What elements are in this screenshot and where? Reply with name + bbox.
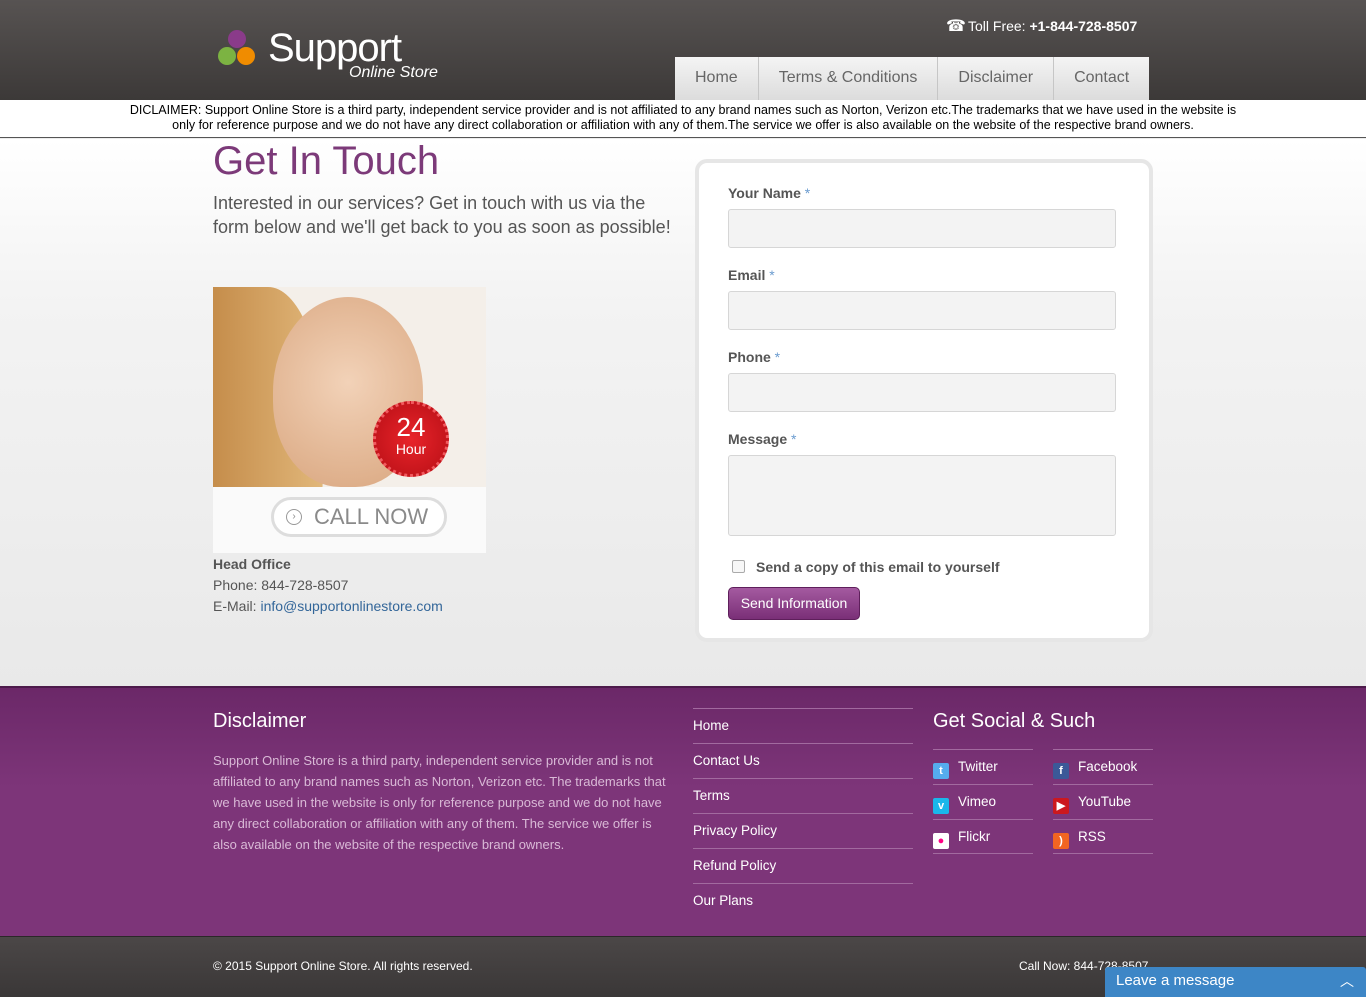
badge-number: 24 bbox=[396, 412, 426, 442]
required-mark: * bbox=[774, 349, 781, 365]
footer-disclaimer-title: Disclaimer bbox=[213, 710, 307, 732]
youtube-icon: ▶ bbox=[1053, 798, 1069, 814]
social-flickr[interactable]: ● Flickr bbox=[933, 819, 1033, 854]
logo-dot-orange bbox=[237, 47, 255, 65]
main-nav: Home Terms & Conditions Disclaimer Conta… bbox=[675, 57, 1150, 100]
phone-label: Phone * bbox=[728, 349, 780, 365]
toll-free-label: Toll Free: bbox=[968, 18, 1030, 34]
send-information-button[interactable]: Send Information bbox=[728, 587, 860, 620]
social-vimeo-label: Vimeo bbox=[958, 794, 997, 809]
send-copy-label[interactable]: Send a copy of this email to yourself bbox=[756, 559, 1000, 575]
nav-terms[interactable]: Terms & Conditions bbox=[757, 57, 938, 100]
play-icon: › bbox=[286, 509, 302, 525]
logo-dot-purple bbox=[228, 30, 246, 48]
social-youtube-label: YouTube bbox=[1078, 794, 1132, 809]
social-flickr-label: Flickr bbox=[958, 829, 991, 844]
footer-link-contact[interactable]: Contact Us bbox=[693, 743, 913, 778]
footer-link-terms[interactable]: Terms bbox=[693, 778, 913, 813]
copyright: © 2015 Support Online Store. All rights … bbox=[213, 959, 473, 973]
leave-message-widget[interactable]: Leave a message ︿ bbox=[1105, 967, 1366, 997]
disclaimer-line-1: DICLAIMER: Support Online Store is a thi… bbox=[129, 103, 1237, 117]
social-facebook-label: Facebook bbox=[1078, 759, 1138, 774]
footer-link-privacy[interactable]: Privacy Policy bbox=[693, 813, 913, 848]
social-twitter-label: Twitter bbox=[958, 759, 998, 774]
footer-links: Home Contact Us Terms Privacy Policy Ref… bbox=[693, 708, 913, 918]
head-office-title: Head Office bbox=[213, 556, 291, 572]
email-label-text: Email bbox=[728, 267, 766, 283]
email-label: Email * bbox=[728, 267, 775, 283]
logo-subtitle: Online Store bbox=[349, 64, 438, 81]
phone-icon: ☎ bbox=[946, 18, 966, 35]
required-mark: * bbox=[791, 431, 797, 447]
page-title: Get In Touch bbox=[213, 139, 440, 183]
name-field[interactable] bbox=[728, 209, 1116, 248]
social-vimeo[interactable]: v Vimeo bbox=[933, 784, 1033, 819]
intro-text: Interested in our services? Get in touch… bbox=[213, 193, 671, 237]
required-mark: * bbox=[804, 185, 811, 201]
nav-home[interactable]: Home bbox=[675, 57, 758, 100]
footer-link-plans[interactable]: Our Plans bbox=[693, 883, 913, 918]
phone-field[interactable] bbox=[728, 373, 1116, 412]
call-now-banner[interactable]: 24 Hour › CALL NOW bbox=[213, 287, 486, 553]
footer-social-title: Get Social & Such bbox=[933, 710, 1096, 732]
phone-label-text: Phone bbox=[728, 349, 771, 365]
site-footer: Disclaimer Support Online Store is a thi… bbox=[0, 686, 1366, 936]
footer-link-home[interactable]: Home bbox=[693, 708, 913, 743]
message-label-text: Message bbox=[728, 431, 788, 447]
badge-text: Hour bbox=[395, 441, 427, 457]
site-header: Support Online Store ☎ Toll Free: +1-844-… bbox=[0, 0, 1366, 100]
rss-icon: ) bbox=[1053, 833, 1069, 849]
site-logo[interactable]: Support Online Store bbox=[218, 26, 458, 88]
call-now-pill: › CALL NOW bbox=[271, 497, 447, 537]
disclaimer-line-2: only for reference purpose and we do not… bbox=[172, 118, 1194, 132]
disclaimer-bar: DICLAIMER: Support Online Store is a thi… bbox=[0, 100, 1366, 138]
facebook-icon: f bbox=[1053, 763, 1069, 779]
name-label: Your Name * bbox=[728, 185, 810, 201]
social-rss-label: RSS bbox=[1078, 829, 1106, 844]
chevron-up-icon[interactable]: ︿ bbox=[1340, 967, 1354, 995]
social-youtube[interactable]: ▶ YouTube bbox=[1053, 784, 1153, 819]
nav-contact[interactable]: Contact bbox=[1053, 57, 1150, 100]
twitter-icon: t bbox=[933, 763, 949, 779]
footer-link-refund[interactable]: Refund Policy bbox=[693, 848, 913, 883]
name-label-text: Your Name bbox=[728, 185, 801, 201]
footer-social: t Twitter f Facebook v Vimeo ▶ YouTube ● Flic… bbox=[933, 749, 1153, 854]
social-twitter[interactable]: t Twitter bbox=[933, 749, 1033, 784]
nav-disclaimer[interactable]: Disclaimer bbox=[937, 57, 1054, 100]
chat-label: Leave a message bbox=[1116, 972, 1235, 989]
24-hour-badge: 24 Hour bbox=[373, 401, 449, 477]
send-copy-checkbox[interactable] bbox=[732, 560, 745, 573]
call-now-label: CALL NOW bbox=[314, 504, 429, 529]
email-label: E-Mail: bbox=[213, 598, 261, 614]
message-field[interactable] bbox=[728, 455, 1116, 536]
vimeo-icon: v bbox=[933, 798, 949, 814]
required-mark: * bbox=[769, 267, 775, 283]
flickr-icon: ● bbox=[933, 833, 949, 849]
head-office-email: E-Mail: info@supportonlinestore.com bbox=[213, 598, 443, 614]
main-content: Get In Touch Interested in our services?… bbox=[0, 139, 1366, 686]
contact-form: Your Name * Email * Phone * Message * Se… bbox=[695, 159, 1153, 642]
head-office-phone: Phone: 844-728-8507 bbox=[213, 577, 349, 593]
toll-free: ☎ Toll Free: +1-844-728-8507 bbox=[946, 16, 1137, 36]
toll-free-number: +1-844-728-8507 bbox=[1029, 18, 1138, 34]
social-facebook[interactable]: f Facebook bbox=[1053, 749, 1153, 784]
message-label: Message * bbox=[728, 431, 797, 447]
footer-disclaimer-text: Support Online Store is a third party, i… bbox=[213, 753, 666, 852]
logo-dot-green bbox=[218, 47, 236, 65]
email-link[interactable]: info@supportonlinestore.com bbox=[260, 598, 442, 614]
social-rss[interactable]: ) RSS bbox=[1053, 819, 1153, 854]
email-field[interactable] bbox=[728, 291, 1116, 330]
